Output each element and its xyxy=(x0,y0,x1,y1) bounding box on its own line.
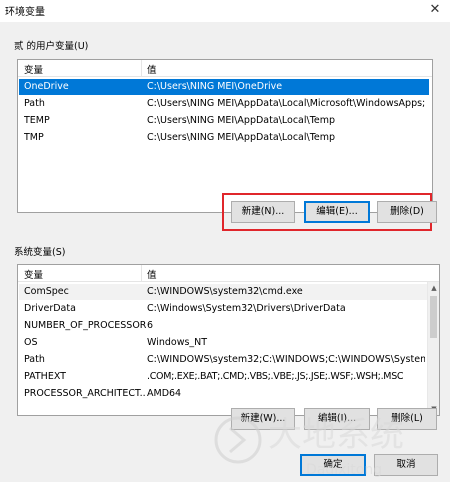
table-row-os[interactable]: OS Windows_NT xyxy=(19,335,427,351)
row-variable-value: 6 xyxy=(147,320,154,331)
row-variable-value: C:\WINDOWS\system32\cmd.exe xyxy=(147,286,303,297)
close-icon[interactable]: ✕ xyxy=(426,1,444,19)
row-variable-name: Path xyxy=(24,354,45,365)
row-variable-value: C:\Users\NING MEI\AppData\Local\Temp xyxy=(147,132,336,143)
user-delete-button[interactable]: 删除(D) xyxy=(377,201,437,223)
system-vars-header: 变量 值 xyxy=(18,265,439,282)
table-row-path[interactable]: Path C:\Users\NING MEI\AppData\Local\Mic… xyxy=(19,96,429,112)
row-variable-name: PROCESSOR_ARCHITECT... xyxy=(24,388,146,399)
column-separator[interactable] xyxy=(141,265,142,282)
table-row-comspec[interactable]: ComSpec C:\WINDOWS\system32\cmd.exe xyxy=(19,284,427,300)
row-variable-name: Path xyxy=(24,98,45,109)
watermark-logo: 大地系统 Dadixitong xyxy=(214,415,404,478)
table-row-driverdata[interactable]: DriverData C:\Windows\System32\Drivers\D… xyxy=(19,301,427,317)
row-variable-value: C:\Users\NING MEI\AppData\Local\Microsof… xyxy=(147,98,426,109)
row-variable-name: DriverData xyxy=(24,303,76,314)
user-vars-list[interactable]: 变量 值 OneDrive C:\Users\NING MEI\OneDrive… xyxy=(17,59,433,213)
table-row-path[interactable]: Path C:\WINDOWS\system32;C:\WINDOWS;C:\W… xyxy=(19,352,427,368)
row-variable-name: OS xyxy=(24,337,38,348)
row-variable-value: C:\Users\NING MEI\OneDrive xyxy=(147,81,283,92)
row-variable-value: C:\Users\NING MEI\AppData\Local\Temp xyxy=(147,115,336,126)
row-variable-name: NUMBER_OF_PROCESSORS xyxy=(24,320,146,331)
row-variable-value: AMD64 xyxy=(147,388,182,399)
watermark-text-en: Dadixitong xyxy=(306,462,382,478)
table-row-number-of-processors[interactable]: NUMBER_OF_PROCESSORS 6 xyxy=(19,318,427,334)
table-row-temp[interactable]: TEMP C:\Users\NING MEI\AppData\Local\Tem… xyxy=(19,113,429,129)
user-edit-button[interactable]: 编辑(E)... xyxy=(304,201,370,223)
table-row-onedrive[interactable]: OneDrive C:\Users\NING MEI\OneDrive xyxy=(19,79,429,95)
system-vars-scrollbar[interactable]: ▲ ▼ xyxy=(427,282,439,415)
table-row-pathext[interactable]: PATHEXT .COM;.EXE;.BAT;.CMD;.VBS;.VBE;.J… xyxy=(19,369,427,385)
row-variable-name: PATHEXT xyxy=(24,371,66,382)
title-bar: 环境变量 ✕ xyxy=(0,0,450,22)
scroll-up-icon[interactable]: ▲ xyxy=(428,282,439,294)
row-variable-value: C:\Windows\System32\Drivers\DriverData xyxy=(147,303,346,314)
scrollbar-thumb[interactable] xyxy=(430,296,437,338)
row-variable-name: ComSpec xyxy=(24,286,69,297)
column-header-variable[interactable]: 变量 xyxy=(24,267,43,281)
system-vars-label: 系统变量(S) xyxy=(14,247,66,258)
watermark-text-cn: 大地系统 xyxy=(268,415,404,455)
table-row-tmp[interactable]: TMP C:\Users\NING MEI\AppData\Local\Temp xyxy=(19,130,429,146)
column-header-value[interactable]: 值 xyxy=(147,62,157,76)
row-variable-name: TMP xyxy=(24,132,44,143)
window-title: 环境变量 xyxy=(5,7,45,18)
row-variable-value: Windows_NT xyxy=(147,337,208,348)
row-variable-value: .COM;.EXE;.BAT;.CMD;.VBS;.VBE;.JS;.JSE;.… xyxy=(147,371,404,382)
user-new-button[interactable]: 新建(N)... xyxy=(231,201,295,223)
user-vars-header: 变量 值 xyxy=(18,60,432,77)
system-vars-list[interactable]: 变量 值 ComSpec C:\WINDOWS\system32\cmd.exe… xyxy=(17,264,440,416)
column-header-value[interactable]: 值 xyxy=(147,267,157,281)
row-variable-value: C:\WINDOWS\system32;C:\WINDOWS;C:\WINDOW… xyxy=(147,354,425,365)
column-header-variable[interactable]: 变量 xyxy=(24,62,43,76)
column-separator[interactable] xyxy=(141,60,142,77)
row-variable-name: OneDrive xyxy=(24,81,69,92)
row-variable-name: TEMP xyxy=(24,115,50,126)
user-vars-label: 贰 的用户变量(U) xyxy=(14,41,89,52)
